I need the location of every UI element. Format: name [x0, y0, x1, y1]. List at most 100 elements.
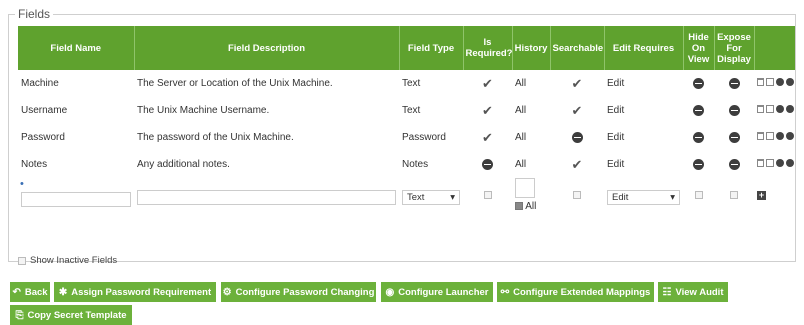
delete-icon[interactable] — [757, 105, 764, 113]
new-field-type-select[interactable]: Text ▾ — [402, 189, 460, 205]
col-edit-requires[interactable]: Edit Requires — [604, 26, 684, 70]
edit-requires-value: Edit — [607, 78, 625, 89]
col-searchable[interactable]: Searchable — [550, 26, 605, 70]
new-history-all-checkbox[interactable] — [515, 202, 523, 211]
col-field-type[interactable]: Field Type — [399, 26, 464, 70]
field-type: Text — [402, 105, 421, 116]
link-icon: ⚯ — [500, 286, 510, 298]
field-name: Username — [21, 105, 68, 116]
required-check-icon: ✔ — [482, 75, 493, 91]
copy-icon: ⎘ — [15, 309, 24, 321]
edit-icon[interactable] — [766, 132, 774, 140]
edit-icon[interactable] — [766, 159, 774, 167]
searchable-check-icon: ✔ — [571, 75, 583, 91]
move-down-icon[interactable] — [786, 78, 794, 86]
new-field-name-input[interactable] — [21, 191, 131, 207]
fields-panel: Fields Field Name Field Description Fiel… — [8, 7, 796, 266]
expose-minus-icon — [728, 104, 740, 116]
edit-icon[interactable] — [766, 78, 774, 86]
field-description: The Unix Machine Username. — [137, 105, 270, 116]
fields-table: Field Name Field Description Field Type … — [18, 26, 795, 212]
move-up-icon[interactable] — [776, 159, 784, 167]
table-row: Username The Unix Machine Username. Text ✔ A… — [18, 97, 795, 124]
required-check-icon: ✔ — [482, 102, 493, 118]
delete-icon[interactable] — [757, 159, 764, 167]
new-is-required-checkbox[interactable] — [483, 190, 492, 199]
field-name: Password — [21, 132, 65, 143]
history-value: All — [515, 78, 527, 89]
move-down-icon[interactable] — [786, 132, 794, 140]
col-hide-on-view[interactable]: Hide On View — [683, 26, 715, 70]
move-down-icon[interactable] — [786, 105, 794, 113]
list-icon: ☷ — [662, 286, 672, 298]
new-field-description-input[interactable] — [137, 189, 396, 205]
edit-requires-value: Edit — [607, 105, 625, 116]
expose-minus-icon — [728, 131, 740, 143]
move-down-icon[interactable] — [786, 159, 794, 167]
searchable-minus-icon — [571, 131, 583, 143]
new-searchable-checkbox[interactable] — [573, 190, 581, 199]
table-header-row: Field Name Field Description Field Type … — [18, 26, 795, 70]
field-description: The Server or Location of the Unix Machi… — [137, 78, 333, 89]
table-row: Password The password of the Unix Machine… — [18, 124, 795, 151]
configure-extended-mappings-button[interactable]: ⚯ Configure Extended Mappings — [497, 282, 654, 302]
field-type: Text — [402, 78, 421, 89]
gear-icon: ⚙ — [222, 286, 232, 298]
col-field-name[interactable]: Field Name — [18, 26, 135, 70]
col-is-required[interactable]: Is Required? — [463, 26, 513, 70]
new-field-type-value: Text — [407, 191, 425, 203]
move-up-icon[interactable] — [776, 105, 784, 113]
new-edit-requires-select[interactable]: Edit ▾ — [607, 189, 680, 205]
move-up-icon[interactable] — [776, 78, 784, 86]
table-row: Notes Any additional notes. Notes All ✔ Edit — [18, 151, 795, 178]
expose-minus-icon — [728, 158, 740, 170]
new-history-all-label: All — [525, 201, 537, 212]
asterisk-icon: ✱ — [58, 286, 68, 298]
history-value: All — [515, 159, 527, 170]
view-audit-button[interactable]: ☷ View Audit — [658, 282, 728, 302]
col-history[interactable]: History — [512, 26, 551, 70]
required-check-icon: ✔ — [482, 129, 493, 145]
assign-password-requirement-button[interactable]: ✱ Assign Password Requirement — [54, 282, 216, 302]
field-description: The password of the Unix Machine. — [137, 132, 294, 143]
expose-minus-icon — [728, 77, 740, 89]
move-up-icon[interactable] — [776, 132, 784, 140]
row-actions — [757, 78, 795, 86]
edit-requires-value: Edit — [607, 159, 625, 170]
configure-password-changing-button[interactable]: ⚙ Configure Password Changing — [221, 282, 376, 302]
searchable-check-icon: ✔ — [571, 102, 583, 118]
edit-requires-value: Edit — [607, 132, 625, 143]
row-actions — [757, 132, 795, 140]
field-name: Notes — [21, 159, 48, 170]
new-hide-on-view-checkbox[interactable] — [694, 190, 703, 199]
show-inactive-fields[interactable]: Show Inactive Fields — [18, 255, 117, 266]
hide-on-view-minus-icon — [693, 131, 704, 143]
field-type: Password — [402, 132, 446, 143]
new-field-row: • Text ▾ All Edit ▾ + — [18, 178, 795, 212]
searchable-check-icon: ✔ — [571, 156, 583, 172]
configure-launcher-button[interactable]: ◉ Configure Launcher — [381, 282, 493, 302]
row-actions — [757, 159, 795, 167]
dropdown-arrow-icon: ▾ — [670, 191, 675, 203]
col-expose-for-display[interactable]: Expose For Display — [714, 26, 755, 70]
col-actions — [754, 26, 795, 70]
row-actions — [757, 105, 795, 113]
copy-secret-template-button[interactable]: ⎘ Copy Secret Template — [10, 305, 132, 325]
history-value: All — [515, 132, 527, 143]
field-description: Any additional notes. — [137, 159, 230, 170]
col-field-description[interactable]: Field Description — [134, 26, 400, 70]
history-value: All — [515, 105, 527, 116]
back-button[interactable]: ↶ Back — [10, 282, 50, 302]
reply-arrow-icon: ↶ — [12, 286, 21, 298]
show-inactive-checkbox[interactable] — [18, 256, 26, 265]
new-expose-checkbox[interactable] — [730, 190, 738, 199]
add-field-icon[interactable]: + — [757, 190, 766, 200]
hide-on-view-minus-icon — [693, 158, 704, 170]
delete-icon[interactable] — [757, 78, 764, 86]
delete-icon[interactable] — [757, 132, 764, 140]
new-edit-requires-value: Edit — [612, 191, 629, 203]
fields-legend: Fields — [18, 7, 51, 21]
edit-icon[interactable] — [766, 105, 774, 113]
new-history-box[interactable] — [515, 178, 535, 198]
table-row: Machine The Server or Location of the Uni… — [18, 70, 795, 97]
